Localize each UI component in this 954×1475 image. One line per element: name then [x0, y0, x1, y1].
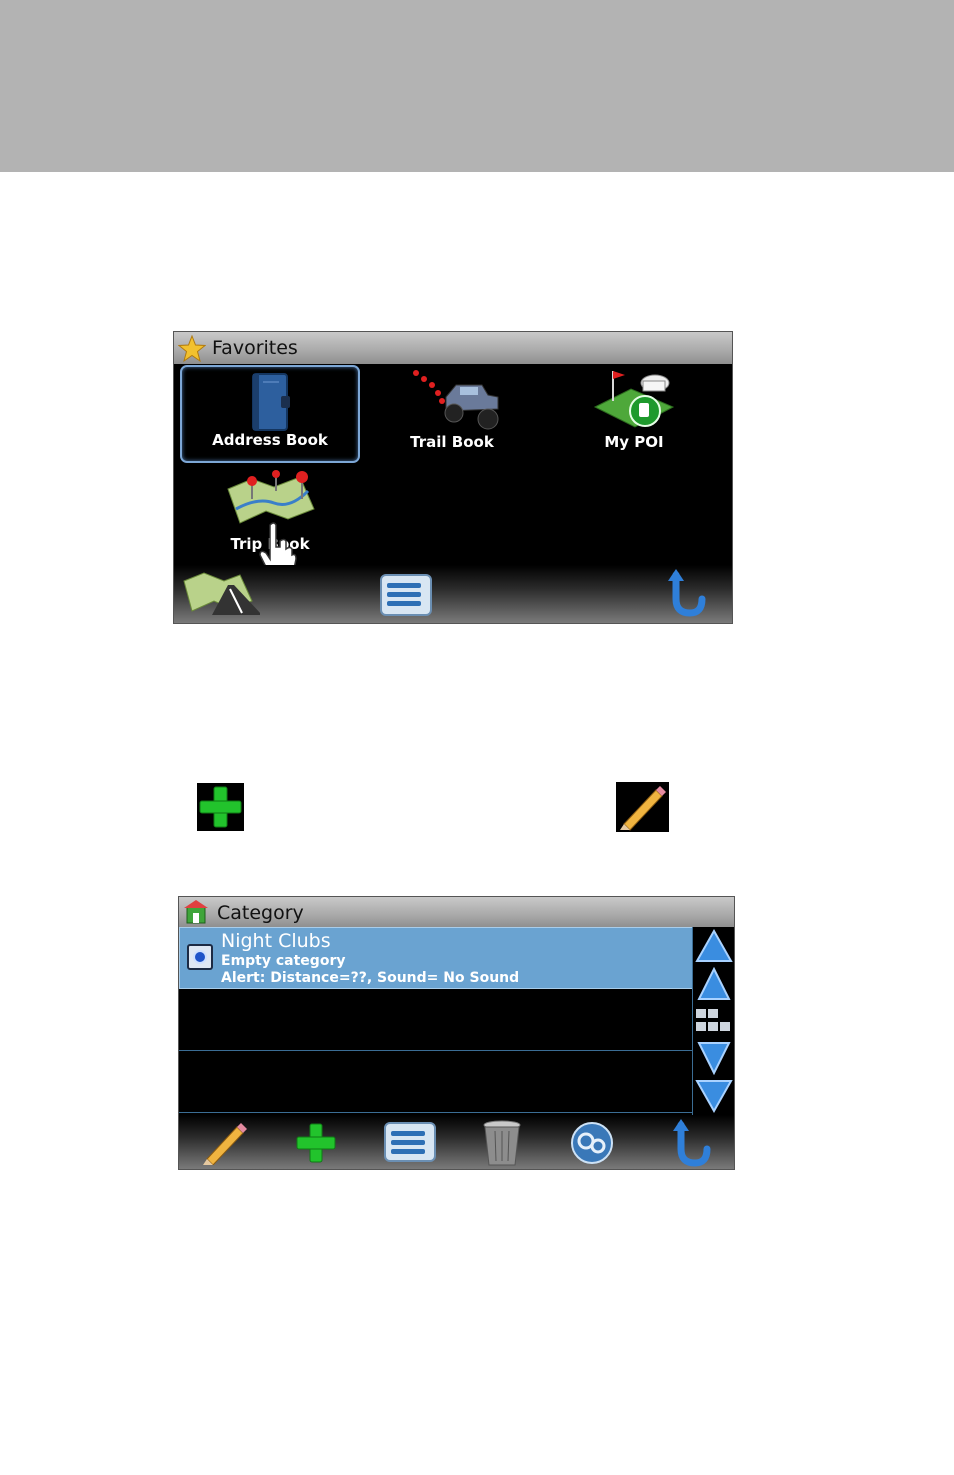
trip-book-tile[interactable]: Trip Book	[180, 467, 360, 577]
address-book-label: Address Book	[212, 431, 328, 449]
category-screen: Category Night Clubs Empty category Aler…	[178, 896, 735, 1170]
favorites-title: Favorites	[212, 337, 298, 359]
page-up-icon[interactable]	[695, 929, 733, 963]
category-title: Category	[217, 902, 304, 924]
star-icon	[178, 335, 206, 363]
keypad-icon[interactable]	[694, 1007, 734, 1035]
my-poi-label: My POI	[604, 433, 664, 451]
menu-list-icon[interactable]	[379, 573, 433, 617]
category-name: Night Clubs	[221, 930, 331, 952]
list-item[interactable]: Night Clubs Empty category Alert: Distan…	[179, 927, 695, 989]
poi-icon	[593, 371, 675, 428]
add-icon-sample	[197, 783, 244, 831]
favorites-screen: Favorites Address Book Trail Book My POI…	[173, 331, 733, 624]
trail-book-label: Trail Book	[410, 433, 494, 451]
edit-icon-sample	[616, 782, 669, 832]
jeep-icon	[413, 370, 499, 430]
back-arrow-icon[interactable]	[666, 569, 706, 617]
trash-icon[interactable]	[481, 1119, 523, 1167]
scroll-down-icon[interactable]	[697, 1041, 731, 1075]
scroll-up-icon[interactable]	[697, 967, 731, 1001]
page-header-band	[0, 0, 954, 172]
back-arrow-icon[interactable]	[671, 1119, 711, 1167]
address-book-tile[interactable]: Address Book	[180, 365, 360, 463]
favorites-bottombar	[174, 565, 732, 623]
pencil-icon	[620, 786, 666, 831]
plus-icon	[199, 786, 242, 828]
pencil-icon[interactable]	[201, 1121, 249, 1165]
category-status: Empty category	[221, 953, 346, 969]
my-poi-tile[interactable]: My POI	[544, 365, 724, 463]
category-titlebar: Category	[179, 897, 734, 927]
radio-button[interactable]	[187, 944, 213, 970]
category-alert: Alert: Distance=??, Sound= No Sound	[221, 970, 520, 986]
plus-icon[interactable]	[295, 1122, 337, 1164]
scroll-controls	[692, 927, 734, 1117]
address-book-icon	[252, 373, 290, 431]
category-icon	[184, 900, 208, 924]
list-item[interactable]	[179, 1051, 695, 1113]
page-down-icon[interactable]	[695, 1079, 733, 1113]
category-bottombar	[179, 1115, 734, 1169]
trail-book-tile[interactable]: Trail Book	[362, 365, 542, 463]
map-road-icon[interactable]	[182, 571, 260, 619]
settings-gear-icon[interactable]	[569, 1121, 615, 1165]
menu-list-icon[interactable]	[383, 1121, 437, 1163]
list-item[interactable]	[179, 989, 695, 1051]
favorites-titlebar: Favorites	[174, 332, 732, 364]
